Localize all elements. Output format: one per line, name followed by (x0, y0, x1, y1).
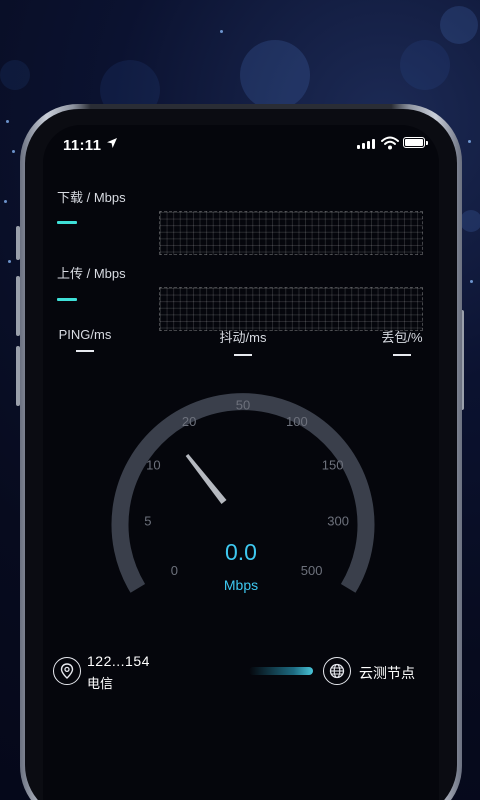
cellular-signal-icon (357, 139, 375, 149)
upload-value-dash (57, 298, 77, 301)
gauge-tick-label: 10 (146, 457, 160, 472)
ping-stat: PING/ms (57, 327, 113, 352)
gauge-tick-label: 50 (236, 398, 250, 413)
sparkle (12, 150, 15, 153)
location-arrow-icon (107, 138, 117, 148)
isp-name: 电信 (87, 676, 114, 691)
upload-label: 上传 / Mbps (57, 266, 126, 281)
speed-value: 0.0 (225, 539, 257, 565)
packet-loss-value-dash (393, 354, 411, 356)
download-label: 下载 / Mbps (57, 190, 126, 205)
sparkle (468, 140, 471, 143)
phone-bezel: 11:11 下载 / Mbps 上传 / Mbps PING/ms 抖动/ms … (25, 109, 457, 800)
cloud-node-button[interactable] (323, 657, 351, 685)
location-pin-icon (60, 662, 73, 679)
sparkle (470, 280, 473, 283)
speed-gauge: 05102050100150300500 (111, 393, 375, 593)
ping-value-dash (76, 350, 94, 352)
status-time: 11:11 (63, 137, 102, 154)
bokeh-light (0, 60, 30, 90)
bokeh-light (240, 40, 310, 110)
bokeh-light (460, 210, 480, 232)
gauge-tick-label: 300 (327, 513, 349, 528)
jitter-stat: 抖动/ms (215, 327, 271, 356)
app-screen: 11:11 下载 / Mbps 上传 / Mbps PING/ms 抖动/ms … (43, 125, 439, 800)
status-bar: 11:11 (43, 125, 439, 169)
gauge-needle (185, 454, 227, 504)
battery-icon (403, 137, 428, 148)
ping-label: PING/ms (58, 327, 112, 342)
ip-address: 122...154 (87, 653, 150, 669)
packet-loss-label: 丢包/% (381, 330, 423, 345)
globe-icon (329, 663, 344, 678)
gauge-tick-label: 100 (286, 414, 308, 429)
sparkle (4, 200, 7, 203)
phone-frame: 11:11 下载 / Mbps 上传 / Mbps PING/ms 抖动/ms … (20, 104, 462, 800)
network-info-bar: 122...154 电信 云测节点 (43, 651, 439, 701)
sparkle (6, 120, 9, 123)
location-pin-button[interactable] (53, 657, 81, 685)
bokeh-light (400, 40, 450, 90)
jitter-label: 抖动/ms (219, 330, 267, 345)
bokeh-light (440, 6, 478, 44)
upload-chart-grid (159, 287, 423, 331)
cloud-node-label[interactable]: 云测节点 (359, 663, 415, 683)
connection-indicator (249, 667, 313, 675)
gauge-tick-label: 5 (144, 513, 151, 528)
wifi-icon (381, 136, 399, 150)
gauge-tick-label: 20 (182, 414, 196, 429)
download-chart-grid (159, 211, 423, 255)
gauge-tick-label: 150 (322, 457, 344, 472)
sparkle (8, 260, 11, 263)
speed-unit: Mbps (223, 577, 259, 593)
jitter-value-dash (234, 354, 252, 356)
download-value-dash (57, 221, 77, 224)
sparkle (220, 30, 223, 33)
packet-loss-stat: 丢包/% (377, 327, 427, 356)
